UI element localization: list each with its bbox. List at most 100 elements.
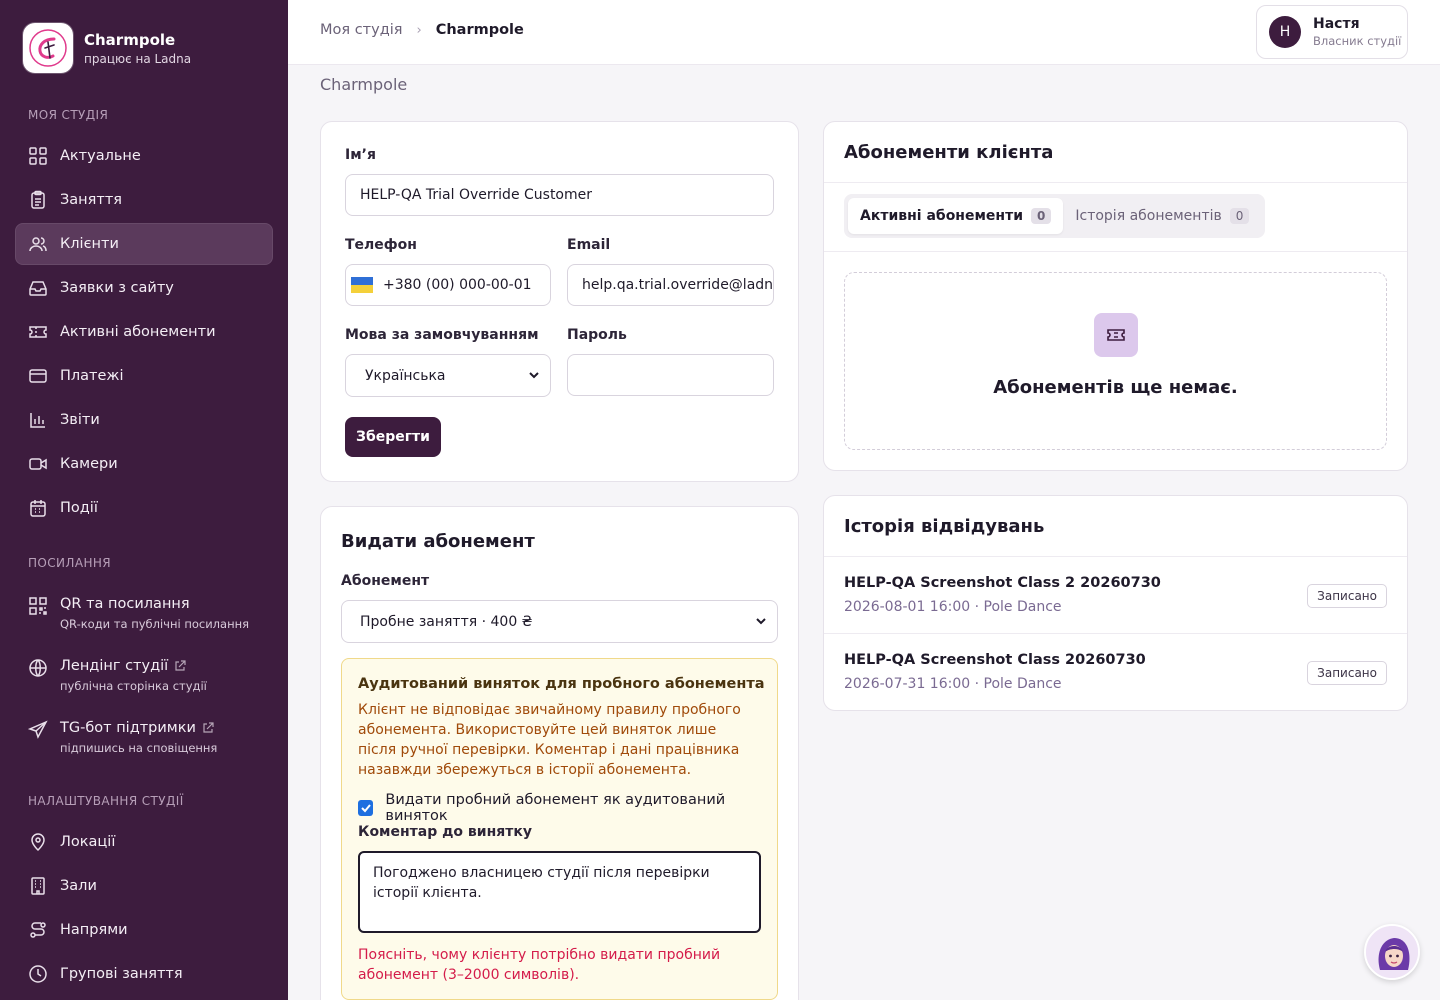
tab-count: 0 — [1229, 208, 1250, 224]
issue-pass-title: Видати абонемент — [341, 531, 535, 552]
exception-checkbox-label[interactable]: Видати пробний абонемент як аудитований … — [385, 792, 777, 824]
warning-text: Клієнт не відповідає звичайному правилу … — [358, 702, 741, 778]
sidebar-item-group-classes[interactable]: Групові заняття — [15, 953, 273, 995]
inbox-icon — [29, 281, 47, 296]
list-item[interactable]: HELP-QA Screenshot Class 20260730 2026-0… — [824, 634, 1407, 711]
language-label: Мова за замовчуванням — [345, 327, 539, 343]
globe-icon — [29, 659, 47, 677]
tab-label: Активні абонементи — [860, 208, 1024, 224]
user-role: Власник студії — [1313, 34, 1402, 48]
user-menu[interactable]: Н Настя Власник студії — [1256, 5, 1408, 59]
phone-value: +380 (00) 000-00-01 — [383, 277, 532, 293]
sidebar-item-locations[interactable]: Локації — [15, 821, 273, 863]
sidebar-item-landing[interactable]: Лендінг студії публічна сторінка студії — [15, 650, 273, 702]
sidebar-item-label: Камери — [60, 456, 118, 472]
section-label-links: ПОСИЛАННЯ — [28, 556, 112, 570]
tab-label: Історія абонементів — [1075, 208, 1222, 224]
sidebar-item-label: Зали — [60, 878, 97, 894]
assistant-avatar-button[interactable] — [1364, 924, 1420, 980]
user-name: Настя — [1313, 16, 1360, 32]
map-pin-icon — [31, 833, 45, 852]
sidebar-item-classes[interactable]: Заняття — [15, 179, 273, 221]
sidebar-item-actual[interactable]: Актуальне — [15, 135, 273, 177]
email-label: Email — [567, 237, 611, 253]
visit-history-card: Історія відвідувань HELP-QA Screenshot C… — [823, 495, 1408, 711]
sidebar-item-sub: підпишись на сповіщення — [60, 741, 218, 755]
sidebar-item-clients[interactable]: Клієнти — [15, 223, 273, 265]
sidebar-item-cameras[interactable]: Камери — [15, 443, 273, 485]
comment-label: Коментар до винятку — [358, 824, 533, 840]
email-input[interactable]: help.qa.trial.override@ladna — [567, 264, 774, 306]
ticket-icon — [29, 326, 47, 338]
tab-pass-history[interactable]: Історія абонементів 0 — [1063, 198, 1261, 234]
pass-label: Абонемент — [341, 573, 430, 589]
list-item[interactable]: HELP-QA Screenshot Class 2 20260730 2026… — [824, 557, 1407, 634]
section-label-studio: МОЯ СТУДІЯ — [28, 108, 109, 122]
visits-title: Історія відвідувань — [844, 516, 1045, 537]
language-select[interactable]: Українська — [345, 354, 551, 397]
brand[interactable]: Charmpole працює на Ladna — [0, 0, 288, 73]
sidebar-item-directions[interactable]: Напрями — [15, 909, 273, 951]
sidebar-item-label: Платежі — [60, 368, 124, 384]
comment-error: Поясніть, чому клієнту потрібно видати п… — [358, 947, 721, 983]
sidebar-item-active-passes[interactable]: Активні абонементи — [15, 311, 273, 353]
external-link-icon — [175, 660, 186, 671]
brand-sub: працює на Ladna — [84, 51, 192, 66]
sidebar-item-payments[interactable]: Платежі — [15, 355, 273, 397]
brand-logo-icon — [23, 23, 73, 73]
client-passes-card: Абонементи клієнта Активні абонементи 0 … — [823, 121, 1408, 471]
breadcrumb-home-link[interactable]: Моя студія — [320, 22, 403, 38]
sidebar-item-label: Актуальне — [60, 148, 141, 164]
sidebar-item-label: QR та посилання — [60, 596, 190, 612]
assistant-icon — [1366, 926, 1418, 978]
status-badge: Записано — [1307, 661, 1387, 685]
sidebar-item-reports[interactable]: Звіти — [15, 399, 273, 441]
dashboard-icon — [29, 147, 47, 165]
sidebar-item-halls[interactable]: Зали — [15, 865, 273, 907]
sidebar-item-events[interactable]: Події — [15, 487, 273, 529]
sidebar-item-label: Групові заняття — [60, 966, 183, 982]
empty-state: Абонементів ще немає. — [844, 272, 1387, 450]
sidebar-item-label: Заняття — [60, 192, 123, 208]
exception-checkbox[interactable] — [358, 800, 374, 816]
visit-title: HELP-QA Screenshot Class 20260730 — [844, 652, 1146, 668]
video-icon — [29, 458, 47, 470]
name-input[interactable]: HELP-QA Trial Override Customer — [345, 174, 774, 216]
send-icon — [28, 720, 48, 739]
trial-exception-panel: Аудитований виняток для пробного абонеме… — [341, 658, 778, 1000]
sidebar-item-requests[interactable]: Заявки з сайту — [15, 267, 273, 309]
card-icon — [29, 369, 47, 383]
page-subtitle: Charmpole — [320, 75, 408, 94]
visit-meta: 2026-07-31 16:00 · Pole Dance — [844, 676, 1062, 692]
client-profile-card: Ім’я HELP-QA Trial Override Customer Тел… — [320, 121, 799, 482]
avatar: Н — [1269, 16, 1301, 48]
breadcrumb-current: Charmpole — [435, 22, 524, 38]
phone-label: Телефон — [345, 237, 417, 253]
tab-active-passes[interactable]: Активні абонементи 0 — [848, 198, 1064, 234]
chevron-right-icon: › — [416, 22, 422, 38]
sidebar-item-label: Звіти — [60, 412, 100, 428]
qr-icon — [29, 597, 47, 615]
tab-count: 0 — [1031, 208, 1052, 224]
check-icon — [360, 804, 371, 813]
section-label-settings: НАЛАШТУВАННЯ СТУДІЇ — [28, 794, 184, 808]
exception-checkbox-row[interactable]: Видати пробний абонемент як аудитований … — [358, 792, 777, 824]
phone-input[interactable]: +380 (00) 000-00-01 — [345, 264, 551, 306]
sidebar-item-qr[interactable]: QR та посилання QR-коди та публічні поси… — [15, 588, 273, 640]
passes-title: Абонементи клієнта — [844, 142, 1054, 163]
comment-textarea[interactable]: Погоджено власницею студії після перевір… — [358, 851, 761, 933]
sidebar-item-label: Події — [60, 500, 98, 516]
language-value: Українська — [365, 367, 446, 384]
divider — [824, 182, 1407, 183]
chevron-down-icon — [529, 372, 539, 379]
sidebar-item-label: TG-бот підтримки — [60, 720, 196, 736]
external-link-icon — [203, 722, 214, 733]
sidebar-item-tg-bot[interactable]: TG-бот підтримки підпишись на сповіщення — [15, 712, 273, 764]
issue-pass-card: Видати абонемент Абонемент Пробне занятт… — [320, 506, 799, 1000]
ukraine-flag-icon — [351, 277, 373, 293]
chart-icon — [30, 413, 45, 428]
calendar-icon — [30, 500, 46, 517]
password-input[interactable] — [567, 354, 774, 396]
pass-select[interactable]: Пробне заняття · 400 ₴ — [341, 600, 778, 643]
save-button[interactable]: Зберегти — [345, 417, 441, 457]
